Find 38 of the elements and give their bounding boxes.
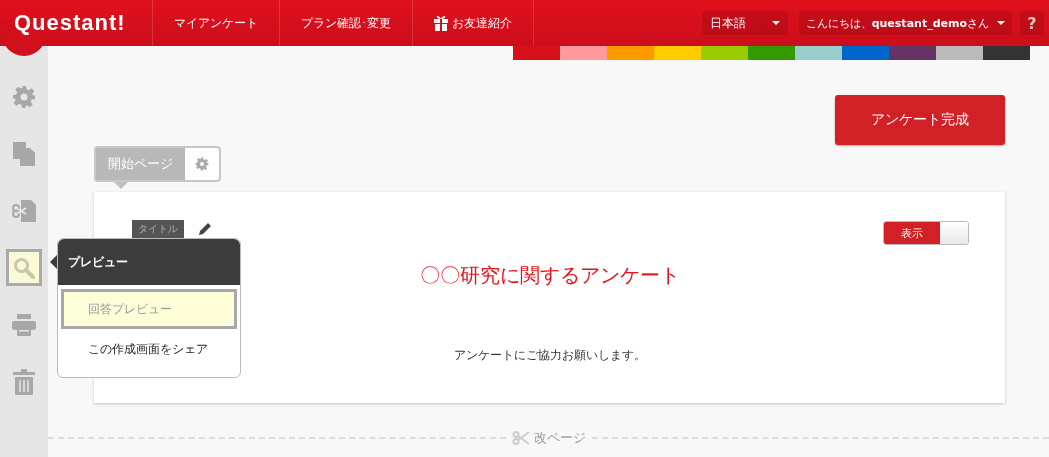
color-swatch[interactable]: [936, 46, 983, 60]
help-button[interactable]: ?: [1020, 11, 1044, 35]
language-dropdown[interactable]: 日本語: [701, 11, 788, 35]
color-swatch[interactable]: [701, 46, 748, 60]
survey-description: アンケートにご協力お願いします。: [453, 347, 646, 364]
settings-icon: [195, 157, 209, 171]
pencil-icon[interactable]: [198, 222, 212, 236]
nav-link[interactable]: プラン確認･変更: [279, 0, 412, 46]
popup-title: プレビュー: [58, 239, 240, 285]
trash-icon: [13, 368, 35, 395]
display-toggle[interactable]: 表示: [883, 221, 969, 245]
nav-link[interactable]: お友達紹介: [412, 0, 534, 46]
color-swatch[interactable]: [607, 46, 654, 60]
page-break-label[interactable]: 改ページ: [511, 429, 586, 447]
nav-link[interactable]: マイアンケート: [152, 0, 279, 46]
complete-button[interactable]: アンケート完成: [835, 95, 1005, 145]
copy-icon: [13, 141, 35, 166]
user-menu[interactable]: こんにちは、questant_demoさん: [798, 11, 1012, 35]
menu-item[interactable]: 回答プレビュー: [61, 289, 237, 329]
printer-icon: [12, 313, 36, 336]
color-swatch[interactable]: [795, 46, 842, 60]
color-swatch[interactable]: [560, 46, 607, 60]
logo[interactable]: Questant!: [14, 10, 126, 36]
search-icon: [13, 256, 35, 279]
title-tag: タイトル: [132, 220, 184, 238]
settings-icon: [12, 84, 36, 109]
color-swatch[interactable]: [513, 46, 560, 60]
gift-icon: [434, 15, 448, 31]
survey-title: 〇〇研究に関するアンケート: [419, 262, 680, 289]
color-swatch[interactable]: [654, 46, 701, 60]
color-swatch[interactable]: [983, 46, 1030, 60]
sidebar-button[interactable]: [6, 249, 42, 286]
color-swatch[interactable]: [889, 46, 936, 60]
scissors-document-icon: [12, 198, 36, 223]
menu-item[interactable]: この作成画面をシェア: [61, 329, 237, 369]
scissors-icon: [511, 431, 530, 445]
color-swatch[interactable]: [748, 46, 795, 60]
color-swatch[interactable]: [842, 46, 889, 60]
